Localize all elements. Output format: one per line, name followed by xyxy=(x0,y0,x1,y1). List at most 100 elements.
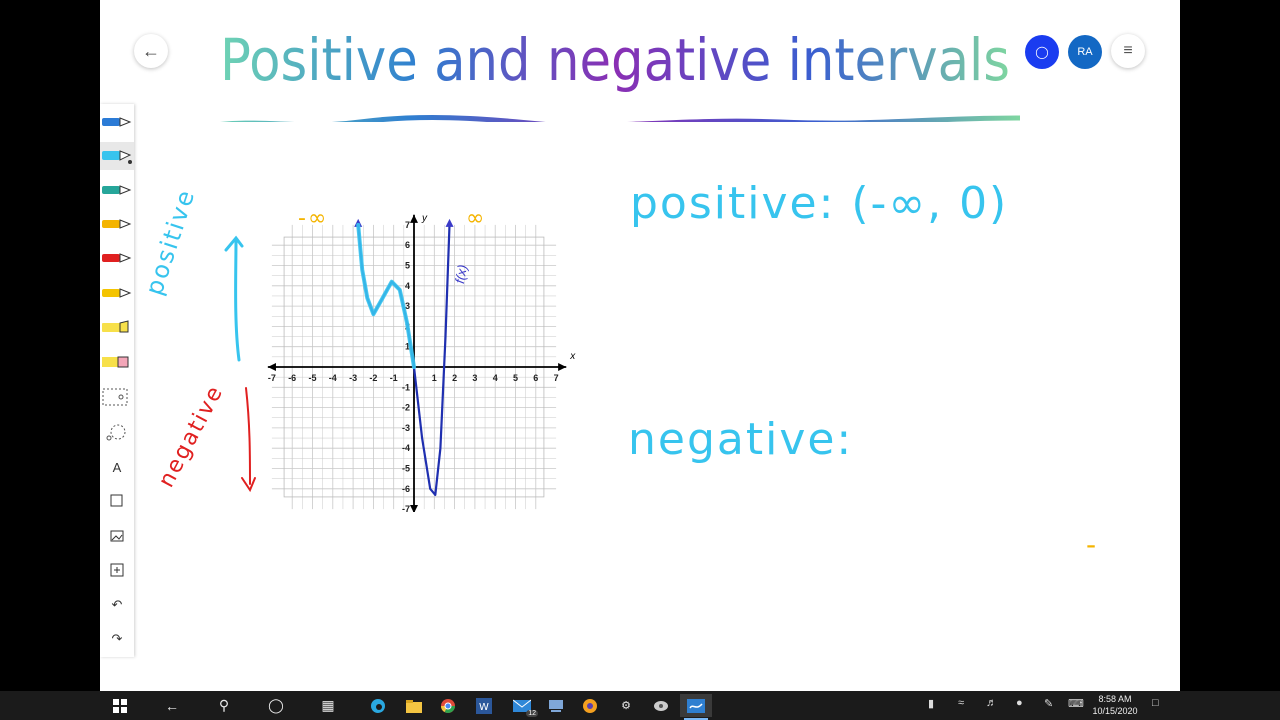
y-tick-label: -4 xyxy=(402,443,410,453)
wifi-icon[interactable]: ≈ xyxy=(958,697,964,709)
y-axis-arrow xyxy=(410,214,418,223)
x-tick-label: -7 xyxy=(268,373,276,383)
x-tick-label: -2 xyxy=(369,373,377,383)
clock-date: 10/15/2020 xyxy=(1092,706,1138,716)
app-2[interactable] xyxy=(574,694,606,717)
file-explorer-icon xyxy=(406,699,422,713)
note-icon xyxy=(110,494,123,507)
app-icon-2 xyxy=(583,698,597,713)
redo-button[interactable]: ↷ xyxy=(100,625,134,653)
taskbar-clock[interactable]: 8:58 AM 10/15/2020 xyxy=(1088,693,1142,717)
search-taskbar-button[interactable]: ⚲ xyxy=(208,694,240,717)
y-tick-label: 7 xyxy=(405,220,410,230)
pen-red-tool[interactable] xyxy=(100,244,134,272)
x-tick-label: 2 xyxy=(452,373,457,383)
curve-arrow-right xyxy=(445,218,454,227)
volume-icon[interactable]: ♬ xyxy=(986,697,997,709)
whiteboard-icon xyxy=(687,698,705,713)
pen-lightblue-tool[interactable] xyxy=(100,142,134,170)
x-tick-label: -5 xyxy=(308,373,316,383)
clock-time: 8:58 AM xyxy=(1098,694,1132,704)
cortana-button[interactable]: ◯ xyxy=(260,694,292,717)
positive-interval-label: positive: (-∞, 0) xyxy=(630,178,1009,229)
keyboard-icon[interactable]: ⌨ xyxy=(1068,697,1084,710)
pen-yellow-2-tool[interactable] xyxy=(100,279,134,307)
search-icon: ⚲ xyxy=(218,697,230,713)
x-tick-label: -4 xyxy=(329,373,337,383)
function-label: f(x) xyxy=(452,263,471,285)
graph-svg: -7 -6 -5 -4 -3 -2 -1 1 2 3 4 5 6 7-7-6-5-4-3-2-112345… xyxy=(267,213,576,514)
down-arrow-ink xyxy=(241,387,256,493)
arrow-left-icon: ← xyxy=(142,40,160,61)
highlighter-tool[interactable] xyxy=(100,313,134,341)
y-tick-label: -1 xyxy=(402,382,410,392)
whiteboard-app-taskbar[interactable] xyxy=(680,694,712,720)
up-arrow-ink xyxy=(224,235,244,362)
x-axis-arrow-left xyxy=(267,363,276,371)
dash-mark: - xyxy=(1086,528,1099,561)
y-tick-label: 6 xyxy=(405,240,410,250)
x-tick-label: 6 xyxy=(533,373,538,383)
eraser-tool[interactable] xyxy=(100,348,134,376)
hamburger-menu-icon: ≡ xyxy=(1123,42,1133,59)
notifications-icon[interactable]: □ xyxy=(1152,697,1159,709)
text-tool[interactable]: A xyxy=(100,453,134,481)
negative-side-label: negative xyxy=(154,380,229,492)
redo-icon: ↷ xyxy=(111,631,123,646)
task-view-button[interactable]: ▦ xyxy=(312,694,344,717)
mail-app[interactable]: 12 xyxy=(506,694,538,717)
settings-app[interactable]: ⚙ xyxy=(610,694,642,717)
x-tick-label: 4 xyxy=(493,373,498,383)
text-icon: A xyxy=(112,459,122,475)
app-1[interactable] xyxy=(540,694,572,717)
windows-logo-icon xyxy=(113,698,127,713)
y-tick-label: -2 xyxy=(402,403,410,413)
microphone-icon[interactable]: ● xyxy=(1016,697,1023,709)
pen-blue-tool[interactable] xyxy=(100,108,134,136)
whiteboard-app: ← Positive and negative intervals ◯ RA ≡ xyxy=(100,0,1180,691)
app-3[interactable] xyxy=(645,694,677,717)
positive-side-label: positive xyxy=(140,185,201,299)
file-explorer-app[interactable] xyxy=(398,694,430,717)
avatar-initials: RA xyxy=(1077,46,1093,58)
edge-app[interactable] xyxy=(362,694,394,717)
edge-icon xyxy=(371,698,385,713)
pen-teal-tool[interactable] xyxy=(100,176,134,204)
start-button[interactable] xyxy=(104,694,136,717)
lasso-tool[interactable] xyxy=(100,418,134,446)
svg-text:W: W xyxy=(479,702,489,713)
page-title: Positive and negative intervals xyxy=(205,22,1023,129)
ink-toolbar: A ↶ ↷ xyxy=(100,104,134,657)
add-tool[interactable] xyxy=(100,556,134,584)
ruler-tool[interactable] xyxy=(100,383,134,411)
y-tick-label: 5 xyxy=(405,261,410,271)
battery-icon[interactable]: ▮ xyxy=(928,697,934,710)
y-tick-label: -6 xyxy=(402,484,410,494)
back-button[interactable]: ← xyxy=(134,34,168,68)
pen-yellow-tool[interactable] xyxy=(100,210,134,238)
word-app[interactable]: W xyxy=(468,694,500,717)
avatar[interactable]: RA xyxy=(1068,35,1102,69)
note-tool[interactable] xyxy=(100,487,134,515)
cortana-icon: ◯ xyxy=(268,697,284,713)
x-tick-label: -6 xyxy=(288,373,296,383)
back-taskbar-button[interactable]: ← xyxy=(156,694,188,717)
title-text: Positive and negative intervals xyxy=(220,26,1010,94)
windows-taskbar: ← ⚲ ◯ ▦ W 12 ⚙ ▮ ≈ ♬ ● ✎ ⌨ 8:58 AM 10/15… xyxy=(0,691,1280,720)
share-button[interactable]: ◯ xyxy=(1025,35,1059,69)
plus-icon xyxy=(110,563,124,577)
menu-button[interactable]: ≡ xyxy=(1111,34,1145,68)
settings-icon: ⚙ xyxy=(621,700,631,712)
y-tick-label: 4 xyxy=(405,281,410,291)
undo-button[interactable]: ↶ xyxy=(100,591,134,619)
y-tick-label: -5 xyxy=(402,464,410,474)
x-axis-label: x xyxy=(569,351,576,362)
image-tool[interactable] xyxy=(100,522,134,550)
x-axis-arrow xyxy=(558,363,567,371)
y-tick-label: -7 xyxy=(402,504,410,512)
app-icon xyxy=(549,699,563,712)
y-tick-label: -3 xyxy=(402,423,410,433)
y-axis-label: y xyxy=(421,213,428,224)
chrome-app[interactable] xyxy=(432,694,464,717)
pen-icon[interactable]: ✎ xyxy=(1044,697,1053,710)
